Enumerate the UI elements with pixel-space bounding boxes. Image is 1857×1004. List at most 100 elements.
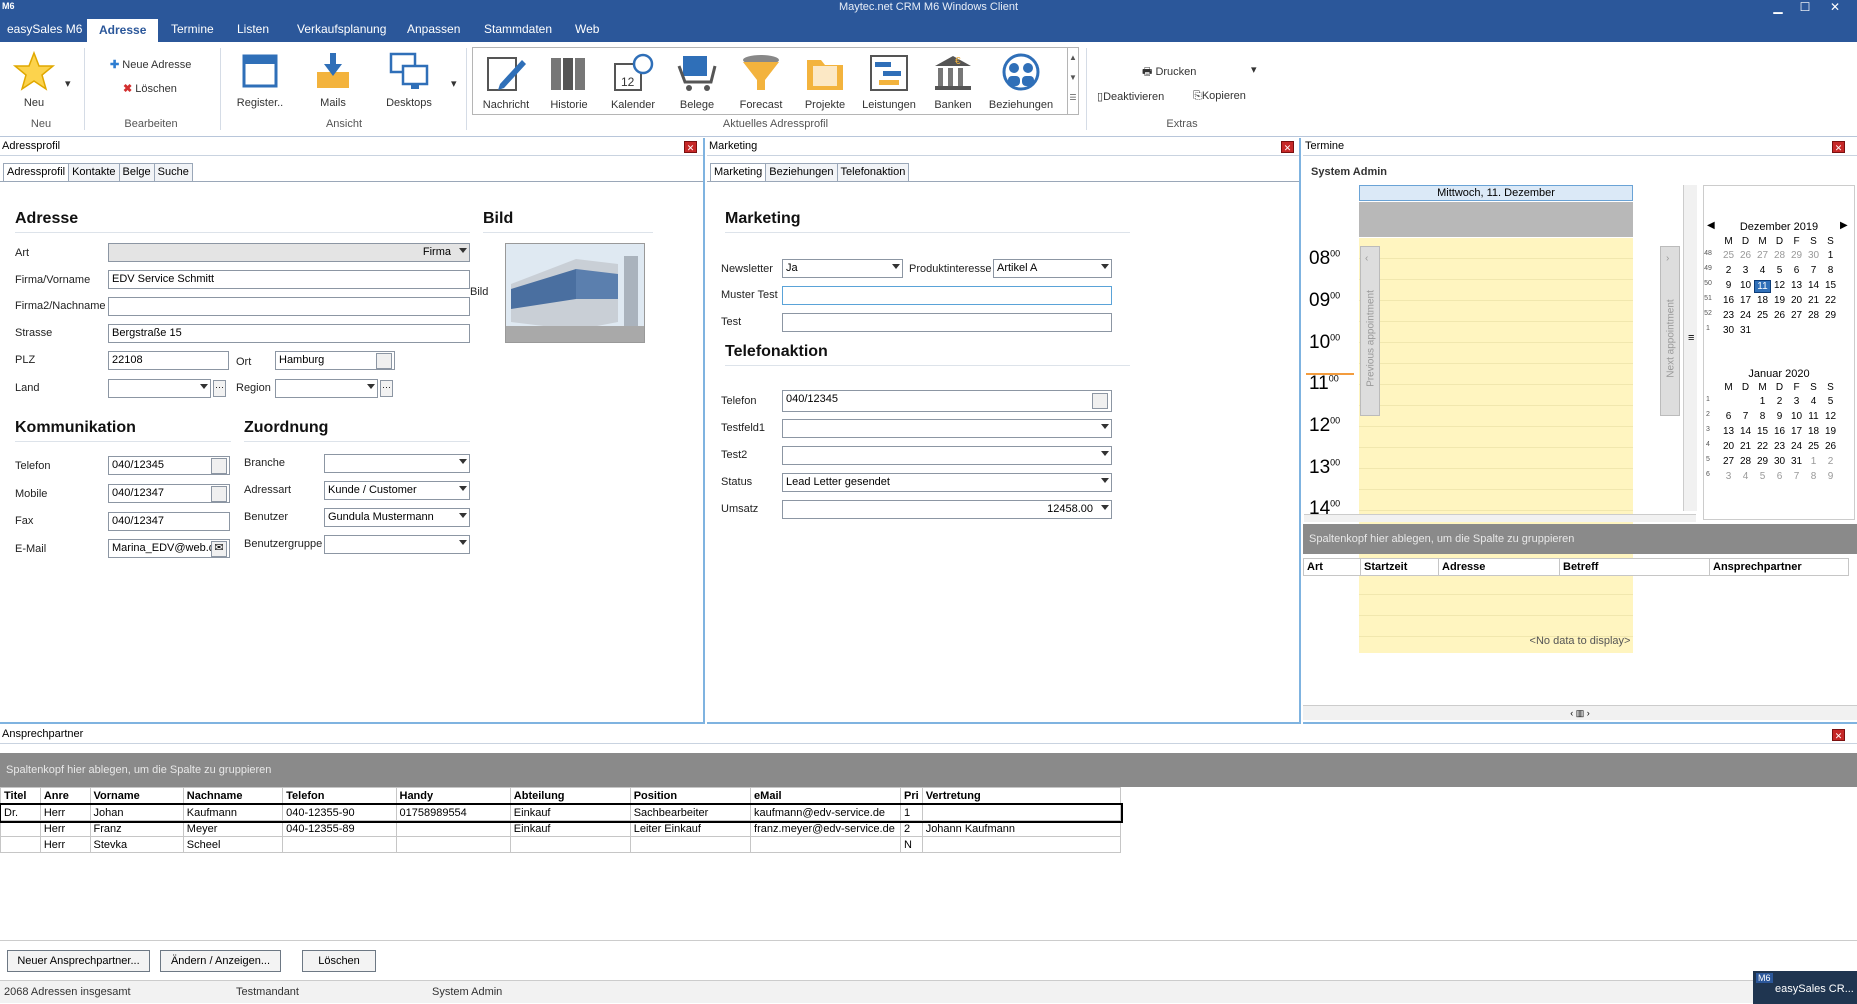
- calendar-day[interactable]: 14: [1737, 426, 1754, 437]
- tab-beziehungen[interactable]: Beziehungen: [765, 163, 838, 181]
- adressart-select[interactable]: Kunde / Customer: [324, 481, 470, 500]
- calendar-day[interactable]: 23: [1720, 310, 1737, 321]
- col-email[interactable]: eMail: [750, 787, 901, 805]
- banken-button[interactable]: € Banken: [922, 52, 984, 111]
- mustertest-field[interactable]: [782, 286, 1112, 305]
- day-grid[interactable]: [1359, 238, 1633, 653]
- tab-telefonaktion[interactable]: Telefonaktion: [836, 163, 910, 181]
- calendar-day[interactable]: 30: [1805, 250, 1822, 261]
- calendar-day[interactable]: 4: [1805, 396, 1822, 407]
- ort-lookup-icon[interactable]: [376, 353, 392, 369]
- calendar-day[interactable]: 9: [1771, 411, 1788, 422]
- neue-adresse-button[interactable]: ✚ Neue Adresse: [110, 58, 191, 71]
- branche-select[interactable]: [324, 454, 470, 473]
- art-select[interactable]: Firma: [108, 243, 470, 262]
- calendar-day[interactable]: 2: [1771, 396, 1788, 407]
- neu-dropdown-icon[interactable]: ▾: [65, 77, 71, 90]
- calendar-day[interactable]: 21: [1805, 295, 1822, 306]
- termine-hscroll[interactable]: ‹ ▥ ›: [1303, 705, 1857, 720]
- kopieren-button[interactable]: ⎘Kopieren: [1193, 90, 1246, 103]
- close-panel-icon[interactable]: ✕: [1832, 729, 1845, 741]
- forecast-button[interactable]: Forecast: [730, 52, 792, 111]
- calendar-day[interactable]: 30: [1771, 456, 1788, 467]
- calendar-day[interactable]: 15: [1822, 280, 1839, 291]
- col-adresse[interactable]: Adresse: [1438, 558, 1560, 576]
- calendar-day[interactable]: 4: [1737, 471, 1754, 482]
- calendar-day[interactable]: 27: [1788, 310, 1805, 321]
- calendar-day[interactable]: 26: [1771, 310, 1788, 321]
- calendar-day[interactable]: 13: [1720, 426, 1737, 437]
- calendar-day[interactable]: 31: [1737, 325, 1754, 336]
- col-vertretung[interactable]: Vertretung: [921, 787, 1122, 805]
- col-nachname[interactable]: Nachname: [182, 787, 284, 805]
- calendar-day[interactable]: 11: [1754, 280, 1771, 293]
- calendar-day[interactable]: 10: [1788, 411, 1805, 422]
- taskbar-app-button[interactable]: M6 easySales CR...: [1753, 971, 1857, 1004]
- calendar-day[interactable]: 18: [1805, 426, 1822, 437]
- menu-stammdaten[interactable]: Stammdaten: [484, 22, 552, 36]
- calendar-day[interactable]: 28: [1805, 310, 1822, 321]
- calendar-day[interactable]: 31: [1788, 456, 1805, 467]
- calendar-day[interactable]: 7: [1737, 411, 1754, 422]
- calendar-day[interactable]: 25: [1805, 441, 1822, 452]
- calendar-day[interactable]: 19: [1822, 426, 1839, 437]
- calendar-day[interactable]: 8: [1754, 411, 1771, 422]
- col-abteilung[interactable]: Abteilung: [509, 787, 631, 805]
- calendar-day[interactable]: 22: [1754, 441, 1771, 452]
- calendar-day[interactable]: 24: [1788, 441, 1805, 452]
- calendar-day[interactable]: 13: [1788, 280, 1805, 291]
- phone-call-icon[interactable]: [1092, 393, 1108, 409]
- next-appointment-button[interactable]: › Next appointment: [1660, 246, 1680, 416]
- col-anre[interactable]: Anre: [39, 787, 91, 805]
- umsatz-field[interactable]: 12458.00: [782, 500, 1112, 519]
- strasse-field[interactable]: Bergstraße 15: [108, 324, 470, 343]
- calendar-day[interactable]: 17: [1737, 295, 1754, 306]
- calendar-day[interactable]: 12: [1771, 280, 1788, 291]
- mail-envelope-icon[interactable]: ✉: [211, 541, 227, 557]
- calendar-day[interactable]: 19: [1771, 295, 1788, 306]
- edit-contact-button[interactable]: Ändern / Anzeigen...: [160, 950, 281, 972]
- close-panel-icon[interactable]: ✕: [1281, 141, 1294, 153]
- maximize-button[interactable]: ☐: [1792, 0, 1818, 17]
- calendar-day[interactable]: 27: [1720, 456, 1737, 467]
- firma-field[interactable]: EDV Service Schmitt: [108, 270, 470, 289]
- calendar-day[interactable]: 5: [1822, 396, 1839, 407]
- newsletter-select[interactable]: Ja: [782, 259, 903, 278]
- col-vorname[interactable]: Vorname: [89, 787, 184, 805]
- menu-termine[interactable]: Termine: [171, 22, 214, 36]
- phone-call-icon[interactable]: [211, 486, 227, 502]
- calendar-day[interactable]: 26: [1737, 250, 1754, 261]
- menu-adresse[interactable]: Adresse: [87, 19, 159, 42]
- menu-web[interactable]: Web: [575, 22, 599, 36]
- table-row[interactable]: Dr. Herr Johan Kaufmann 040-12355-90 01758989…: [0, 802, 1123, 823]
- calendar-day[interactable]: 6: [1771, 471, 1788, 482]
- historie-button[interactable]: Historie: [538, 52, 600, 111]
- kalender-button[interactable]: 12 Kalender: [602, 52, 664, 111]
- testfeld1-select[interactable]: [782, 419, 1112, 438]
- test-field[interactable]: [782, 313, 1112, 332]
- calendar-day[interactable]: 7: [1805, 265, 1822, 276]
- neu-button[interactable]: Neu: [6, 50, 62, 109]
- desktops-dropdown-icon[interactable]: ▾: [451, 77, 457, 90]
- register-button[interactable]: Register..: [230, 50, 290, 109]
- calendar-day[interactable]: 14: [1805, 280, 1822, 291]
- next-month-icon[interactable]: ▶: [1840, 220, 1848, 231]
- land-more-button[interactable]: ···: [213, 380, 226, 397]
- calendar-day[interactable]: 2: [1720, 265, 1737, 276]
- beziehungen-button[interactable]: Beziehungen: [986, 52, 1056, 111]
- region-more-button[interactable]: ···: [380, 380, 393, 397]
- nachricht-button[interactable]: Nachricht: [476, 52, 536, 111]
- calendar-day[interactable]: 29: [1788, 250, 1805, 261]
- firma2-field[interactable]: [108, 297, 470, 316]
- col-handy[interactable]: Handy: [395, 787, 511, 805]
- calendar-day[interactable]: 27: [1754, 250, 1771, 261]
- menu-icon[interactable]: ≡: [1688, 332, 1694, 344]
- calendar-day[interactable]: 11: [1805, 411, 1822, 422]
- region-select[interactable]: [275, 379, 378, 398]
- calendar-day[interactable]: 3: [1737, 265, 1754, 276]
- calendar-day[interactable]: 30: [1720, 325, 1737, 336]
- col-position[interactable]: Position: [629, 787, 752, 805]
- calendar-day[interactable]: 1: [1754, 396, 1771, 407]
- prev-appointment-button[interactable]: ‹ Previous appointment: [1360, 246, 1380, 416]
- table-row[interactable]: Herr Stevka Scheel N: [0, 836, 1122, 853]
